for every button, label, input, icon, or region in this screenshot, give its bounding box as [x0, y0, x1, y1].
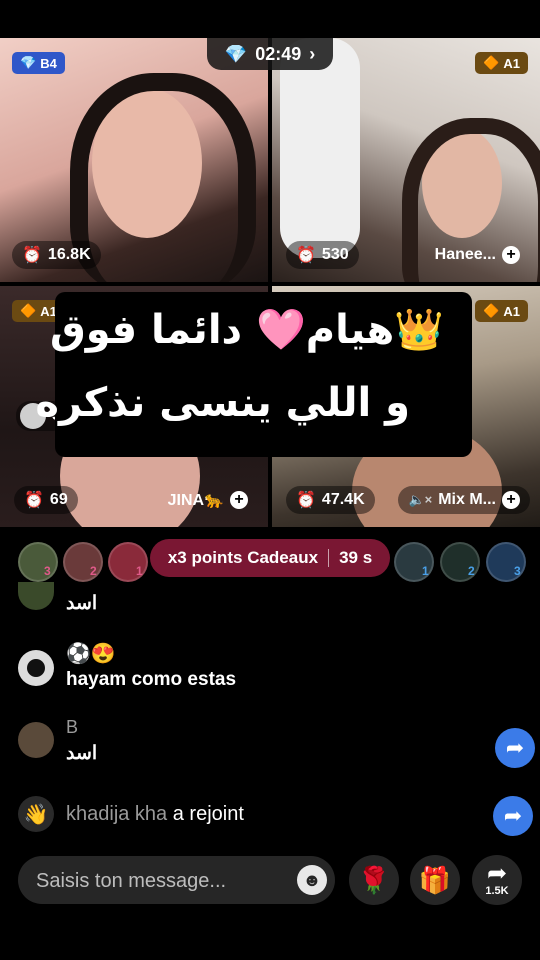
streamer-name[interactable]: Hanee... + [425, 241, 530, 269]
alarm-icon: ⏰ [24, 492, 44, 509]
top-gifter-avatar[interactable] [18, 542, 58, 582]
tier-badge: 💎 B4 [12, 52, 65, 74]
battle-timer[interactable]: 💎 02:49 › [207, 38, 333, 70]
diamond-icon: 💎 [224, 43, 248, 64]
caption-banner: 👑هيام🩷 دائما فوق و اللي ينسى نذكره [35, 292, 472, 457]
divider [328, 549, 330, 567]
share-icon[interactable]: ➦ [493, 796, 533, 836]
viewer-count[interactable]: ⏰ 16.8K [12, 241, 101, 269]
alarm-icon: ⏰ [296, 492, 316, 509]
alarm-icon: ⏰ [22, 247, 42, 264]
message-input[interactable] [34, 856, 288, 906]
tier-badge: 🔶 A1 [475, 52, 528, 74]
wave-icon: 👋 [18, 796, 54, 832]
emoji-icon[interactable]: ☻ [297, 865, 327, 895]
streamer-name[interactable]: 🔈× Mix M... + [398, 486, 530, 514]
banner-line-2: و اللي ينسى نذكره [35, 380, 410, 426]
person-shirt [280, 38, 360, 258]
diamond-icon: 💎 [20, 55, 37, 70]
top-gifter-avatar[interactable] [63, 542, 103, 582]
video-tile-2[interactable]: 🔶 A1 ⏰ 530 Hanee... + [272, 38, 540, 282]
rose-gift-button[interactable]: 🌹 [349, 855, 399, 905]
alarm-icon: ⏰ [296, 247, 316, 264]
share-button[interactable]: ➦ 1.5K [472, 855, 522, 905]
streamer-name[interactable]: JINA🐆 + [158, 486, 258, 514]
viewer-count[interactable]: ⏰ 47.4K [286, 486, 375, 514]
banner-line-1: 👑هيام🩷 دائما فوق [50, 307, 444, 353]
avatar[interactable] [18, 722, 54, 758]
diamond-icon: 🔶 [20, 303, 37, 318]
points-multiplier-badge[interactable]: x3 points Cadeaux 39 s [150, 539, 390, 577]
follow-plus-icon[interactable]: + [230, 491, 248, 509]
follow-plus-icon[interactable]: + [502, 246, 520, 264]
video-tile-1[interactable]: 💎 B4 ⏰ 16.8K [0, 38, 268, 282]
share-icon[interactable]: ➦ [495, 728, 535, 768]
avatar[interactable] [18, 582, 54, 610]
viewer-count[interactable]: ⏰ 530 [286, 241, 359, 269]
diamond-icon: 🔶 [483, 55, 500, 70]
viewer-count[interactable]: ⏰ 69 [14, 486, 78, 514]
diamond-icon: 🔶 [483, 303, 500, 318]
gift-button[interactable]: 🎁 [410, 855, 460, 905]
follow-plus-icon[interactable]: + [502, 491, 520, 509]
tier-badge: 🔶 A1 [475, 300, 528, 322]
chevron-right-icon: › [309, 43, 316, 64]
avatar[interactable] [18, 650, 54, 686]
message-input-container: ☻ [18, 856, 335, 906]
share-icon: ➦ [486, 860, 508, 887]
muted-icon: 🔈× [408, 492, 433, 507]
